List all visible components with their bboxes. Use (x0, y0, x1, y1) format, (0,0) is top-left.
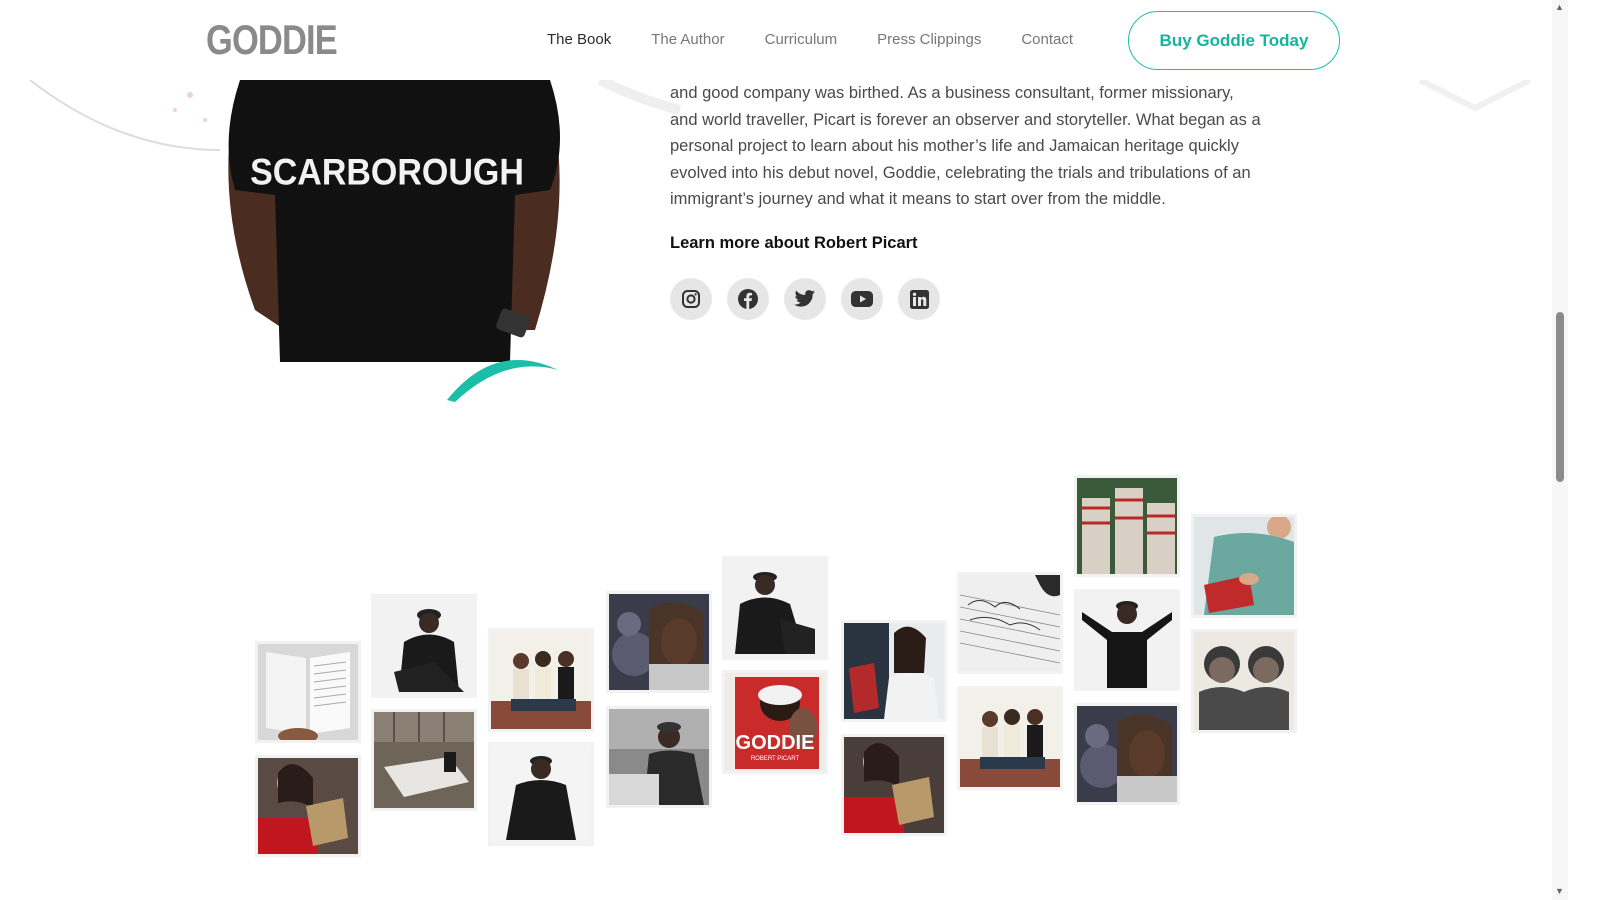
bio-line: immigrant’s journey and what it means to… (670, 190, 1166, 208)
youtube-icon (851, 291, 873, 307)
gallery-photo-woman-reading-red[interactable] (841, 734, 947, 836)
main-nav: The Book The Author Curriculum Press Cli… (547, 30, 1113, 50)
gallery-photo-woman-flowers[interactable] (1074, 703, 1180, 805)
nav-the-author[interactable]: The Author (651, 30, 724, 50)
bio-line: evolved into his debut novel, Goddie, ce… (670, 163, 1251, 182)
shirt-text: SCARBOROUGH (250, 151, 524, 193)
gallery-photo-open-book[interactable] (255, 641, 361, 743)
gallery-photo-reader-teal-shirt[interactable] (1191, 514, 1297, 618)
nav-press-clippings[interactable]: Press Clippings (877, 30, 981, 50)
gallery-photo-author-arms-open[interactable] (1074, 589, 1180, 691)
gallery-photo-woman-reading[interactable] (255, 755, 361, 857)
page-scrollbar[interactable]: ▲ ▼ (1552, 0, 1568, 900)
gallery-photo-family-portrait[interactable] (957, 686, 1063, 790)
site-header: GODDIE The Book The Author Curriculum Pr… (0, 0, 1552, 80)
gallery-photo-woman-with-book[interactable] (841, 620, 947, 722)
bio-line: and world traveller, Picart is forever a… (670, 110, 1261, 129)
gallery-photo-author-crouching[interactable] (488, 742, 594, 846)
nav-contact[interactable]: Contact (1021, 30, 1073, 50)
nav-curriculum[interactable]: Curriculum (765, 30, 838, 50)
facebook-link[interactable] (727, 278, 769, 320)
bio-line: and good company was birthed. As a busin… (670, 84, 1234, 102)
gallery-photo-conference-room[interactable] (371, 709, 477, 811)
gallery-photo-family-seated[interactable] (488, 628, 594, 732)
twitter-icon (794, 290, 816, 307)
linkedin-icon (909, 289, 929, 309)
twitter-link[interactable] (784, 278, 826, 320)
book-cover-title: GODDIE (736, 732, 815, 754)
gallery-photo-author-portrait[interactable] (722, 556, 828, 660)
gallery-photo-twin-children[interactable] (1191, 629, 1297, 733)
author-bio: and good company was birthed. As a busin… (670, 80, 1310, 213)
facebook-icon (738, 289, 758, 309)
gallery-photo-author-seated[interactable] (371, 594, 477, 698)
gallery-photo-handwritten-notes[interactable] (957, 572, 1063, 674)
linkedin-link[interactable] (898, 278, 940, 320)
bio-line: personal project to learn about his moth… (670, 137, 1239, 155)
book-cover-author: ROBERT PICART (751, 756, 800, 762)
scroll-down-arrow[interactable]: ▼ (1555, 886, 1564, 896)
youtube-link[interactable] (841, 278, 883, 320)
site-logo[interactable]: GODDIE (206, 16, 338, 64)
social-links (670, 278, 940, 320)
gallery-photo-woman-vintage[interactable] (606, 591, 712, 693)
gallery-photo-author-writing[interactable] (606, 706, 712, 808)
instagram-icon (682, 290, 700, 308)
buy-goddie-button[interactable]: Buy Goddie Today (1128, 11, 1340, 70)
author-photo: SCARBOROUGH (228, 80, 561, 402)
nav-the-book[interactable]: The Book (547, 30, 611, 50)
scroll-up-arrow[interactable]: ▲ (1555, 2, 1564, 12)
gallery-photo-book-stacks[interactable] (1074, 475, 1180, 577)
learn-more-heading: Learn more about Robert Picart (670, 234, 918, 252)
gallery-photo-book-cover[interactable]: GODDIE ROBERT PICART (722, 670, 828, 774)
scroll-thumb[interactable] (1556, 312, 1564, 482)
instagram-link[interactable] (670, 278, 712, 320)
